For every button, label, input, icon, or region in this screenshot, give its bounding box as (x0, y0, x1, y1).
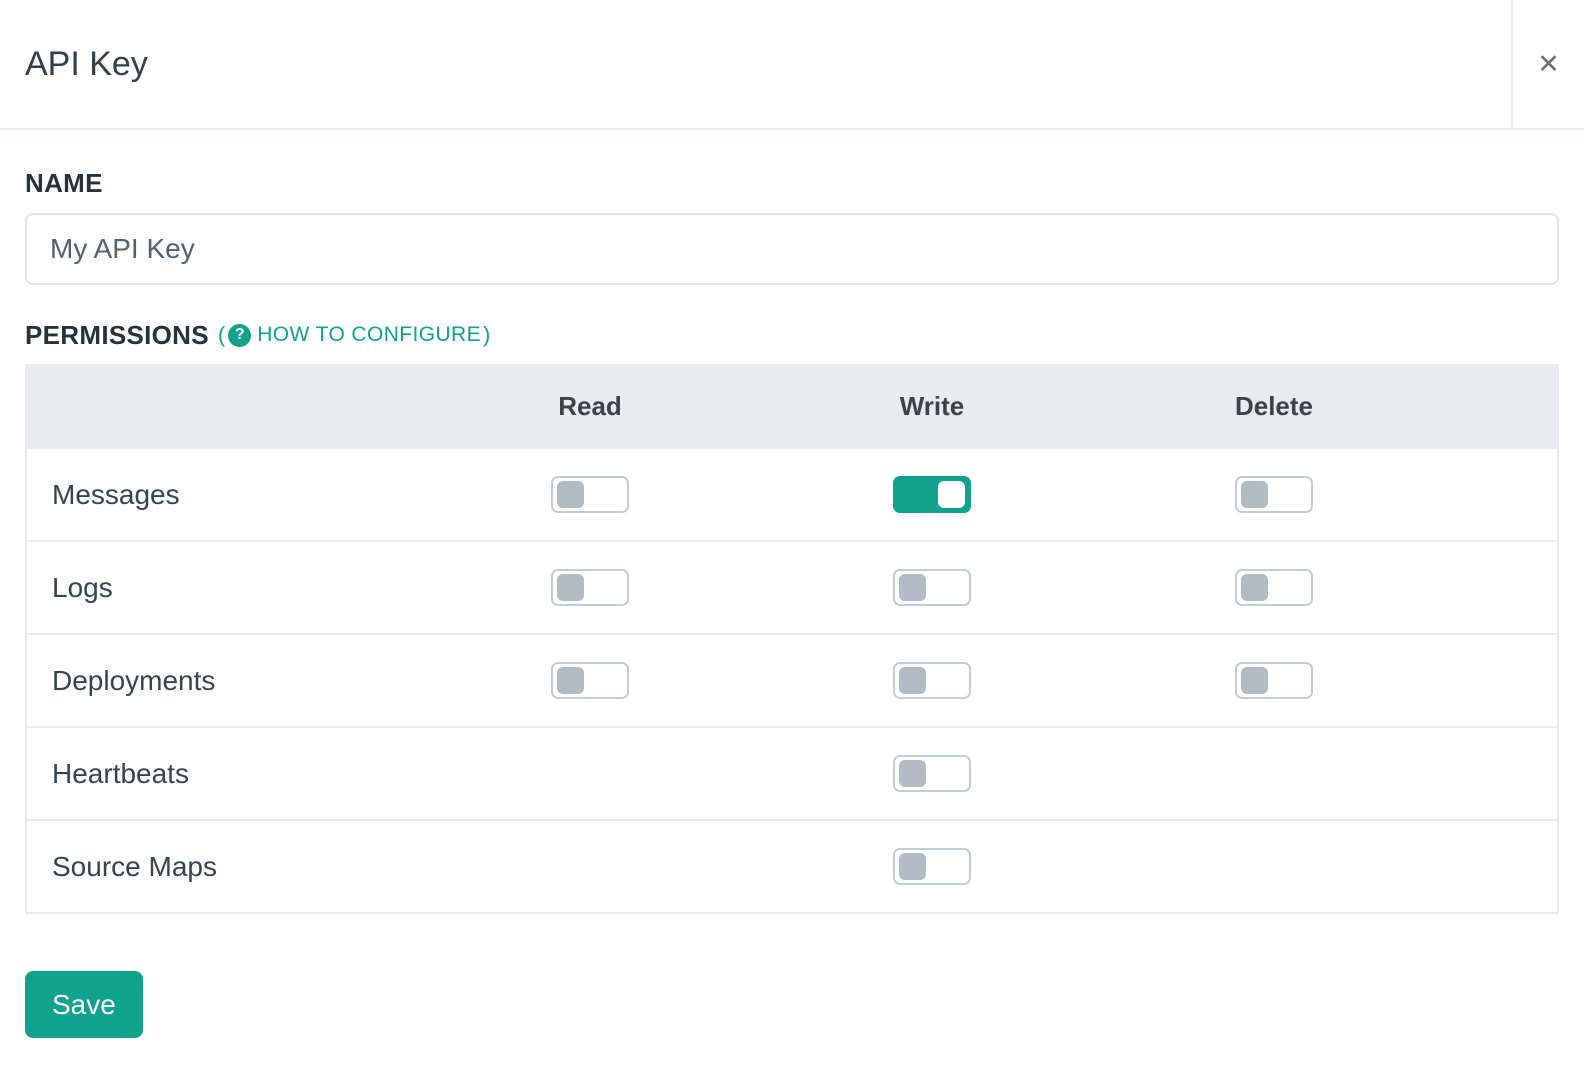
toggle-logs-delete[interactable] (1235, 569, 1313, 606)
toggle-knob (899, 667, 926, 694)
toggle-knob (557, 481, 584, 508)
toggle-messages-read[interactable] (551, 476, 629, 513)
name-label: NAME (25, 168, 103, 198)
row-label: Source Maps (52, 850, 217, 882)
modal-header: API Key ✕ (0, 0, 1584, 130)
table-row: Deployments (27, 635, 1557, 728)
row-label: Logs (52, 571, 113, 603)
column-header-delete: Delete (1234, 391, 1314, 421)
table-row: Heartbeats (27, 728, 1557, 821)
toggle-deployments-read[interactable] (551, 662, 629, 699)
save-button[interactable]: Save (25, 971, 143, 1038)
permissions-label: PERMISSIONS (25, 319, 209, 350)
write-toggle-cell (761, 476, 1103, 513)
toggle-knob (1241, 481, 1268, 508)
modal-body: NAME PERMISSIONS ( ? HOW TO CONFIGURE ) … (0, 170, 1584, 1038)
delete-toggle-cell (1103, 662, 1445, 699)
toggle-knob (899, 574, 926, 601)
toggle-deployments-write[interactable] (893, 662, 971, 699)
toggle-deployments-delete[interactable] (1235, 662, 1313, 699)
row-label: Heartbeats (52, 757, 189, 789)
row-label: Messages (52, 478, 180, 510)
read-toggle-cell (419, 662, 761, 699)
api-key-modal: API Key ✕ NAME PERMISSIONS ( ? HOW TO CO… (0, 0, 1584, 1038)
toggle-knob (1241, 667, 1268, 694)
permissions-table: Read Write Delete Messages Logs Deployme… (25, 364, 1559, 914)
toggle-source-maps-write[interactable] (893, 848, 971, 885)
row-label: Deployments (52, 664, 216, 696)
toggle-heartbeats-write[interactable] (893, 755, 971, 792)
write-toggle-cell (761, 755, 1103, 792)
toggle-knob (557, 574, 584, 601)
toggle-messages-write[interactable] (893, 476, 971, 513)
write-toggle-cell (761, 569, 1103, 606)
write-toggle-cell (761, 848, 1103, 885)
toggle-knob (899, 760, 926, 787)
toggle-logs-write[interactable] (893, 569, 971, 606)
toggle-logs-read[interactable] (551, 569, 629, 606)
table-row: Source Maps (27, 821, 1557, 914)
toggle-knob (899, 853, 926, 880)
read-toggle-cell (419, 569, 761, 606)
paren-close: ) (483, 322, 491, 347)
paren-open: ( (217, 322, 226, 347)
column-header-write: Write (899, 391, 965, 421)
column-header-read: Read (558, 391, 622, 421)
read-toggle-cell (419, 476, 761, 513)
write-toggle-cell (761, 662, 1103, 699)
toggle-messages-delete[interactable] (1235, 476, 1313, 513)
toggle-knob (938, 481, 965, 508)
delete-toggle-cell (1103, 476, 1445, 513)
permissions-heading: PERMISSIONS ( ? HOW TO CONFIGURE ) (25, 319, 1559, 351)
close-button[interactable]: ✕ (1511, 0, 1584, 128)
how-to-configure-link[interactable]: HOW TO CONFIGURE (257, 323, 481, 347)
permissions-rows: Messages Logs Deployments Heartbeats Sou… (27, 449, 1557, 914)
page-title: API Key (25, 45, 148, 83)
table-header-row: Read Write Delete (27, 364, 1557, 449)
close-icon: ✕ (1537, 48, 1560, 79)
table-row: Logs (27, 542, 1557, 635)
table-row: Messages (27, 449, 1557, 542)
api-key-name-input[interactable] (25, 213, 1559, 285)
question-mark-icon: ? (228, 323, 252, 347)
toggle-knob (557, 667, 584, 694)
toggle-knob (1241, 574, 1268, 601)
delete-toggle-cell (1103, 569, 1445, 606)
